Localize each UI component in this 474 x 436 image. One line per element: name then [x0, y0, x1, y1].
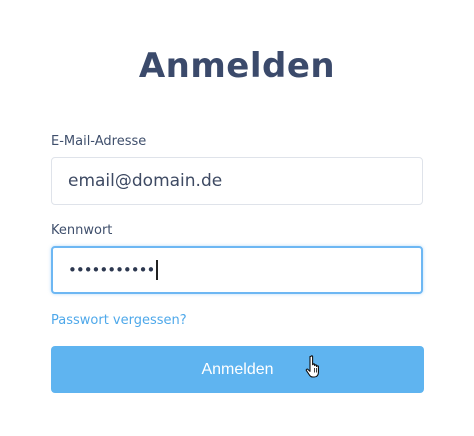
text-caret	[156, 260, 158, 280]
email-field[interactable]: email@domain.de	[51, 157, 423, 205]
page-title: Anmelden	[138, 46, 336, 86]
password-field[interactable]: •••••••••••	[51, 246, 423, 294]
email-value: email@domain.de	[68, 171, 223, 191]
submit-button-label: Anmelden	[201, 360, 274, 378]
hand-pointer-icon	[305, 355, 320, 378]
email-label: E-Mail-Adresse	[51, 134, 147, 149]
forgot-password-link[interactable]: Passwort vergessen?	[51, 313, 187, 328]
password-value: •••••••••••	[68, 261, 155, 279]
password-label: Kennwort	[51, 223, 113, 238]
login-page: Anmelden E-Mail-Adresse email@domain.de …	[0, 0, 474, 436]
submit-button[interactable]: Anmelden	[51, 346, 424, 393]
